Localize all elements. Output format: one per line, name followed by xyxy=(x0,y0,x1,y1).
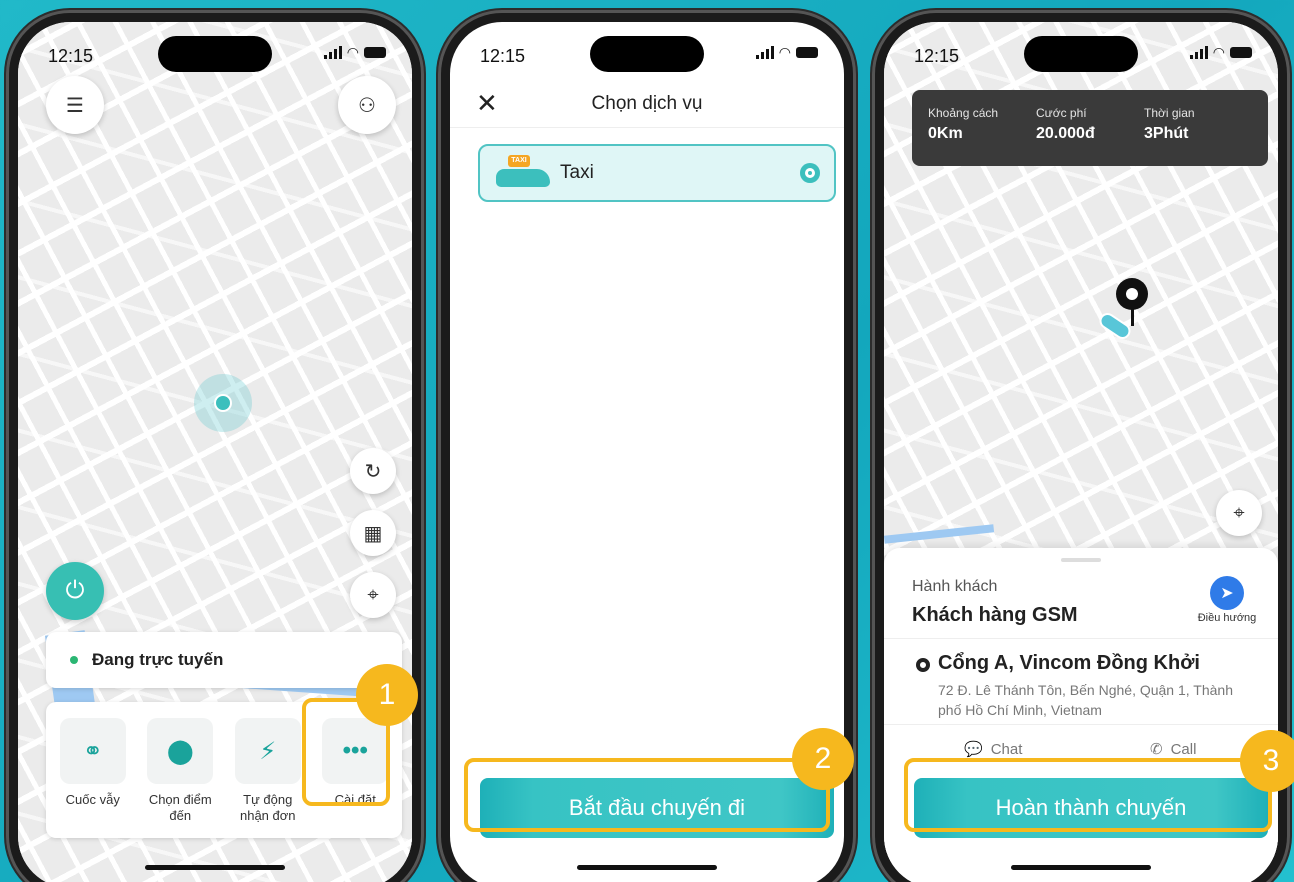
call-label: Call xyxy=(1170,740,1197,758)
service-label: Taxi xyxy=(560,162,594,183)
action-tu-dong-nhan-don[interactable]: ⚡ Tự động nhận đơn xyxy=(233,718,303,838)
wifi-icon: ◠ xyxy=(1212,44,1225,60)
person-lightning-icon: ⚇ xyxy=(358,94,376,117)
status-time: 12:15 xyxy=(480,46,526,66)
chat-button[interactable]: 💬 Chat xyxy=(964,740,1023,759)
lightning-icon: ⚡ xyxy=(234,718,301,784)
info-distance: Khoảng cách 0Km xyxy=(928,106,1036,166)
refresh-button[interactable]: ↻ xyxy=(350,448,396,494)
sheet-grabber[interactable] xyxy=(1061,558,1101,562)
battery-icon xyxy=(796,47,818,58)
online-status-card: Đang trực tuyến xyxy=(46,632,402,688)
info-value: 0Km xyxy=(928,125,963,142)
header: ✕ Chọn dịch vụ xyxy=(450,80,844,128)
taxi-sign: TAXI xyxy=(508,155,530,167)
menu-button[interactable]: ☰ xyxy=(46,76,104,134)
navigate-button[interactable]: ➤ Điều hướng xyxy=(1192,576,1262,624)
action-cuoc-vay[interactable]: ⚭ Cuốc vẫy xyxy=(58,718,128,838)
info-fare: Cước phí 20.000đ xyxy=(1036,106,1144,166)
close-icon[interactable]: ✕ xyxy=(476,88,498,119)
status-time: 12:15 xyxy=(48,46,94,66)
step-1-badge: 1 xyxy=(356,664,418,726)
signal-icon xyxy=(1189,46,1208,59)
locate-button[interactable]: ⌖ xyxy=(350,572,396,618)
calendar-icon: ▦ xyxy=(363,522,383,545)
dynamic-island xyxy=(590,36,704,72)
divider xyxy=(884,638,1278,639)
action-chon-diem-den[interactable]: ⬤ Chọn điểm đến xyxy=(146,718,216,838)
phone-3: 12:15 ◠ Khoảng cách 0Km Cước phí 20.000đ… xyxy=(872,10,1290,882)
page-title: Chọn dịch vụ xyxy=(591,92,703,114)
address-detail: 72 Đ. Lê Thánh Tôn, Bến Nghé, Quận 1, Th… xyxy=(938,682,1233,718)
power-icon: ⏻ xyxy=(65,577,85,604)
info-value: 3Phút xyxy=(1144,125,1189,142)
driver-status-button[interactable]: ⚇ xyxy=(338,76,396,134)
trip-info-panel: Khoảng cách 0Km Cước phí 20.000đ Thời gi… xyxy=(912,90,1268,166)
info-label: Khoảng cách xyxy=(928,106,999,120)
call-button[interactable]: ✆ Call xyxy=(1150,740,1197,759)
status-bar: 12:15 ◠ xyxy=(450,22,844,80)
status-bar: 12:15 ◠ xyxy=(884,22,1278,80)
action-label: Tự động nhận đơn xyxy=(239,792,296,823)
hamburger-icon: ☰ xyxy=(66,94,84,117)
home-indicator xyxy=(577,865,717,870)
address-title: Cổng A, Vincom Đồng Khởi xyxy=(938,652,1200,674)
step-3-badge: 3 xyxy=(1240,730,1294,792)
info-label: Cước phí xyxy=(1036,106,1087,120)
navigation-arrow-icon: ➤ xyxy=(1210,576,1244,610)
wifi-icon: ◠ xyxy=(778,44,791,60)
radio-selected[interactable] xyxy=(800,163,820,183)
chat-label: Chat xyxy=(990,740,1023,758)
passenger-name: Khách hàng GSM xyxy=(912,604,1078,626)
crosshair-icon: ⌖ xyxy=(367,583,379,606)
action-label: Cuốc vẫy xyxy=(65,792,120,807)
status-time: 12:15 xyxy=(914,46,960,66)
info-time: Thời gian 3Phút xyxy=(1144,106,1252,166)
status-icons: ◠ xyxy=(755,44,818,61)
step-2-badge: 2 xyxy=(792,728,854,790)
battery-icon xyxy=(1230,47,1252,58)
current-location-marker xyxy=(194,374,252,432)
address-pin-icon xyxy=(916,658,930,672)
step-3-highlight xyxy=(904,758,1272,832)
destination-pin-icon xyxy=(1116,278,1148,310)
navigate-label: Điều hướng xyxy=(1197,612,1257,624)
location-pin-icon: ⬤ xyxy=(147,718,214,784)
pin-stem xyxy=(1131,308,1134,326)
phone-icon: ✆ xyxy=(1150,741,1163,758)
info-value: 20.000đ xyxy=(1036,125,1095,142)
refresh-icon: ↻ xyxy=(364,460,382,483)
status-dot xyxy=(70,656,78,664)
signal-icon xyxy=(323,46,342,59)
locate-button[interactable]: ⌖ xyxy=(1216,490,1262,536)
home-indicator xyxy=(1011,865,1151,870)
action-label: Chọn điểm đến xyxy=(148,792,212,823)
dynamic-island xyxy=(158,36,272,72)
wifi-icon: ◠ xyxy=(346,44,359,60)
chat-icon: 💬 xyxy=(964,741,983,758)
online-status-text: Đang trực tuyến xyxy=(92,650,224,669)
info-label: Thời gian xyxy=(1144,106,1195,120)
divider xyxy=(884,724,1278,725)
trip-screen: 12:15 ◠ Khoảng cách 0Km Cước phí 20.000đ… xyxy=(884,22,1278,882)
service-select-screen: 12:15 ◠ ✕ Chọn dịch vụ TAXI Taxi Bắt đầu… xyxy=(450,22,844,882)
dynamic-island xyxy=(1024,36,1138,72)
passenger-label: Hành khách xyxy=(912,578,998,595)
signal-icon xyxy=(755,46,774,59)
users-icon: ⚭ xyxy=(59,718,126,784)
step-2-highlight xyxy=(464,758,830,832)
taxi-icon: TAXI xyxy=(494,153,552,193)
crosshair-icon: ⌖ xyxy=(1233,501,1245,524)
status-icons: ◠ xyxy=(323,44,386,61)
power-button[interactable]: ⏻ xyxy=(46,562,104,620)
calendar-button[interactable]: ▦ xyxy=(350,510,396,556)
status-icons: ◠ xyxy=(1189,44,1252,61)
status-bar: 12:15 ◠ xyxy=(18,22,412,80)
battery-icon xyxy=(364,47,386,58)
service-option-taxi[interactable]: TAXI Taxi xyxy=(478,144,836,202)
home-indicator xyxy=(145,865,285,870)
